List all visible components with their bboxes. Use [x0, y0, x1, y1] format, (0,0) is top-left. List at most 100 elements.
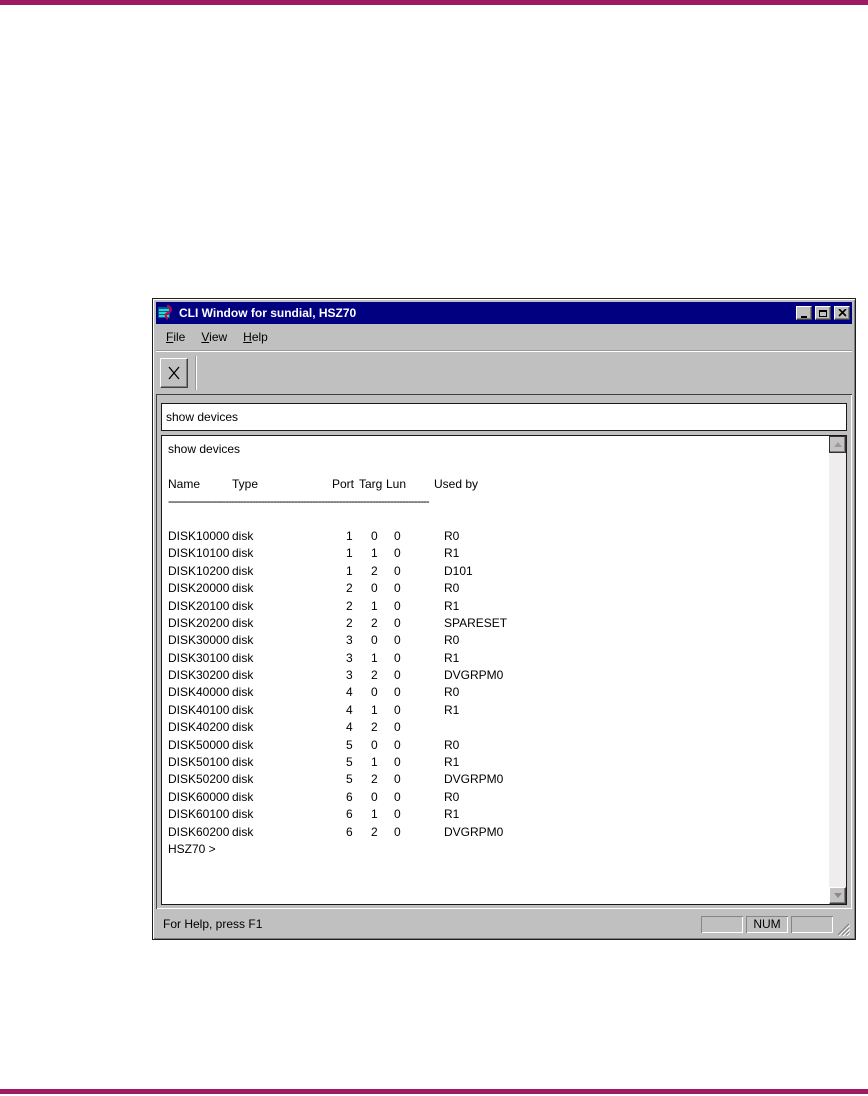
device-lun: 0	[394, 789, 401, 804]
terminal-output-text: show devices Name Type Port Targ Lun Use…	[168, 442, 822, 859]
device-usedby: R1	[444, 702, 460, 717]
device-name: DISK40200	[168, 720, 230, 735]
device-targ: 0	[371, 789, 378, 804]
toolbar-divider	[195, 356, 197, 390]
scroll-up-button[interactable]	[829, 436, 846, 453]
device-name: DISK60200	[168, 824, 230, 839]
device-type: disk	[232, 528, 254, 543]
status-pane-num: NUM	[746, 916, 788, 933]
device-name: DISK50100	[168, 755, 230, 770]
device-usedby: R0	[444, 737, 460, 752]
device-type: disk	[232, 702, 254, 717]
device-type: disk	[232, 789, 254, 804]
device-targ: 2	[371, 824, 378, 839]
device-usedby: R0	[444, 633, 460, 648]
device-port: 1	[346, 563, 353, 578]
device-type: disk	[232, 685, 254, 700]
device-usedby: R0	[444, 581, 460, 596]
vertical-scrollbar[interactable]	[829, 436, 846, 904]
device-name: DISK40000	[168, 685, 230, 700]
device-port: 6	[346, 789, 353, 804]
device-targ: 2	[371, 615, 378, 630]
device-port: 4	[346, 702, 353, 717]
minimize-button[interactable]	[796, 306, 812, 320]
menu-help[interactable]: Help	[235, 327, 276, 347]
device-targ: 2	[371, 563, 378, 578]
device-targ: 1	[371, 598, 378, 613]
device-targ: 0	[371, 685, 378, 700]
echoed-command: show devices	[168, 442, 241, 456]
x-icon	[168, 366, 180, 380]
device-lun: 0	[394, 528, 401, 543]
device-port: 1	[346, 546, 353, 561]
scroll-down-button[interactable]	[829, 887, 846, 904]
client-area: show devices Name Type Port Targ Lun Use…	[156, 394, 852, 909]
device-lun: 0	[394, 755, 401, 770]
arrow-down-icon	[833, 893, 842, 898]
toolbar-x-button[interactable]	[160, 358, 188, 388]
status-pane-caps	[701, 916, 743, 933]
device-name: DISK20100	[168, 598, 230, 613]
resize-grip-icon[interactable]	[836, 920, 851, 937]
device-type: disk	[232, 650, 254, 665]
device-targ: 1	[371, 546, 378, 561]
device-name: DISK10100	[168, 546, 230, 561]
device-lun: 0	[394, 737, 401, 752]
device-usedby: R1	[444, 755, 460, 770]
device-lun: 0	[394, 598, 401, 613]
device-row: DISK20000 disk 2 0 0 R0	[168, 581, 822, 598]
device-name: DISK50000	[168, 737, 230, 752]
arrow-up-icon	[833, 442, 842, 447]
device-type: disk	[232, 615, 254, 630]
device-type: disk	[232, 824, 254, 839]
close-button[interactable]	[834, 306, 850, 320]
menu-file[interactable]: File	[158, 327, 193, 347]
separator-dashes: ----------------------------------------…	[168, 494, 430, 509]
device-row: DISK60000 disk 6 0 0 R0	[168, 790, 822, 807]
device-usedby: D101	[444, 563, 473, 578]
device-name: DISK30200	[168, 668, 230, 683]
maximize-icon	[819, 309, 827, 317]
device-port: 3	[346, 633, 353, 648]
column-header-usedby: Used by	[434, 476, 479, 491]
device-name: DISK30100	[168, 650, 230, 665]
menu-view[interactable]: View	[193, 327, 235, 347]
device-port: 1	[346, 528, 353, 543]
device-targ: 0	[371, 528, 378, 543]
device-row: DISK10200 disk 1 2 0 D101	[168, 564, 822, 581]
device-usedby: R1	[444, 546, 460, 561]
column-header-targ: Targ	[359, 476, 383, 491]
title-bar[interactable]: CLI Window for sundial, HSZ70	[156, 302, 852, 324]
device-usedby: R0	[444, 528, 460, 543]
column-header-port: Port	[332, 476, 355, 491]
device-port: 5	[346, 755, 353, 770]
device-lun: 0	[394, 772, 401, 787]
device-name: DISK20000	[168, 581, 230, 596]
device-lun: 0	[394, 546, 401, 561]
device-targ: 1	[371, 755, 378, 770]
device-usedby: R1	[444, 598, 460, 613]
device-lun: 0	[394, 824, 401, 839]
device-row: DISK40000 disk 4 0 0 R0	[168, 685, 822, 702]
device-type: disk	[232, 598, 254, 613]
device-row: DISK30100 disk 3 1 0 R1	[168, 651, 822, 668]
device-port: 2	[346, 581, 353, 596]
command-input[interactable]	[161, 403, 847, 431]
device-lun: 0	[394, 685, 401, 700]
window-title: CLI Window for sundial, HSZ70	[179, 306, 357, 320]
device-port: 3	[346, 668, 353, 683]
device-lun: 0	[394, 668, 401, 683]
device-port: 6	[346, 807, 353, 822]
maximize-button[interactable]	[815, 306, 831, 320]
device-port: 6	[346, 824, 353, 839]
column-header-lun: Lun	[386, 476, 407, 491]
status-pane-scrl	[791, 916, 833, 933]
cli-prompt: HSZ70 >	[168, 841, 216, 856]
device-lun: 0	[394, 615, 401, 630]
column-header-type: Type	[232, 476, 259, 491]
device-targ: 2	[371, 668, 378, 683]
device-port: 3	[346, 650, 353, 665]
device-type: disk	[232, 720, 254, 735]
device-row: DISK10100 disk 1 1 0 R1	[168, 546, 822, 563]
